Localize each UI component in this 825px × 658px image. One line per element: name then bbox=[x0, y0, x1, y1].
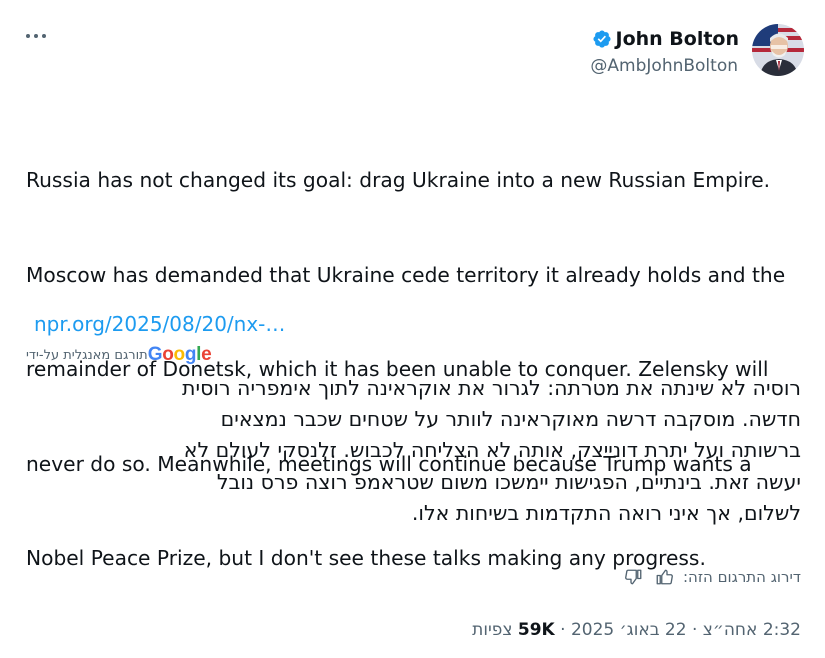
thumbs-up-icon bbox=[656, 569, 673, 585]
translated-text: רוסיה לא שינתה את מטרתה: לגרור את אוקראי… bbox=[21, 373, 801, 529]
views-count: 59K bbox=[517, 620, 555, 640]
thumbs-down-icon bbox=[625, 569, 642, 585]
translated-by-label: תורגם מאנגלית על-ידי bbox=[26, 347, 148, 363]
translated-line: לשלום, אך איני רואה התקדמות בשיחות אלו. bbox=[411, 500, 801, 525]
author-handle[interactable]: @AmbJohnBolton bbox=[590, 56, 738, 76]
more-options-button[interactable] bbox=[26, 26, 56, 46]
avatar-image bbox=[752, 24, 804, 76]
translated-line: רוסיה לא שינתה את מטרתה: לגרור את אוקראי… bbox=[182, 376, 801, 400]
translated-by-google: תורגם מאנגלית על-ידי Google bbox=[26, 344, 212, 366]
rate-translation-label: דירוג התרגום הזה: bbox=[682, 568, 801, 586]
translated-line: ברשותה ועל יתרת דונייצק, אותה לא הצליחה … bbox=[183, 438, 801, 463]
tweet-date[interactable]: 22 באוג׳ 2025 bbox=[571, 620, 687, 640]
tweet-line: Moscow has demanded that Ukraine cede te… bbox=[26, 262, 786, 287]
translated-line: יעשה זאת. בינתיים, הפגישות יימשכו משום ש… bbox=[216, 469, 801, 494]
verified-badge-icon bbox=[592, 30, 611, 48]
thumbs-down-button[interactable] bbox=[623, 566, 645, 588]
translated-line: חדשה. מוסקבה דרשה מאוקראינה לוותר על שטח… bbox=[220, 407, 801, 432]
avatar[interactable] bbox=[752, 24, 804, 76]
author-display-name[interactable]: John Bolton bbox=[616, 28, 740, 50]
tweet-line: Russia has not changed its goal: drag Uk… bbox=[26, 168, 771, 192]
views-label: צפיות bbox=[472, 620, 513, 640]
more-horizontal-icon bbox=[26, 34, 30, 38]
tweet-time[interactable]: 2:32 אחה״צ bbox=[703, 620, 801, 640]
rate-translation: דירוג התרגום הזה: bbox=[623, 566, 801, 588]
tweet-meta: 2:32 אחה״צ · 22 באוג׳ 2025 · 59K צפיות bbox=[472, 620, 801, 640]
tweet-link[interactable]: npr.org/2025/08/20/nx-… bbox=[34, 312, 285, 336]
author-name-row[interactable]: John Bolton bbox=[592, 28, 740, 50]
google-logo: Google bbox=[147, 344, 212, 365]
thumbs-up-button[interactable] bbox=[653, 566, 675, 588]
